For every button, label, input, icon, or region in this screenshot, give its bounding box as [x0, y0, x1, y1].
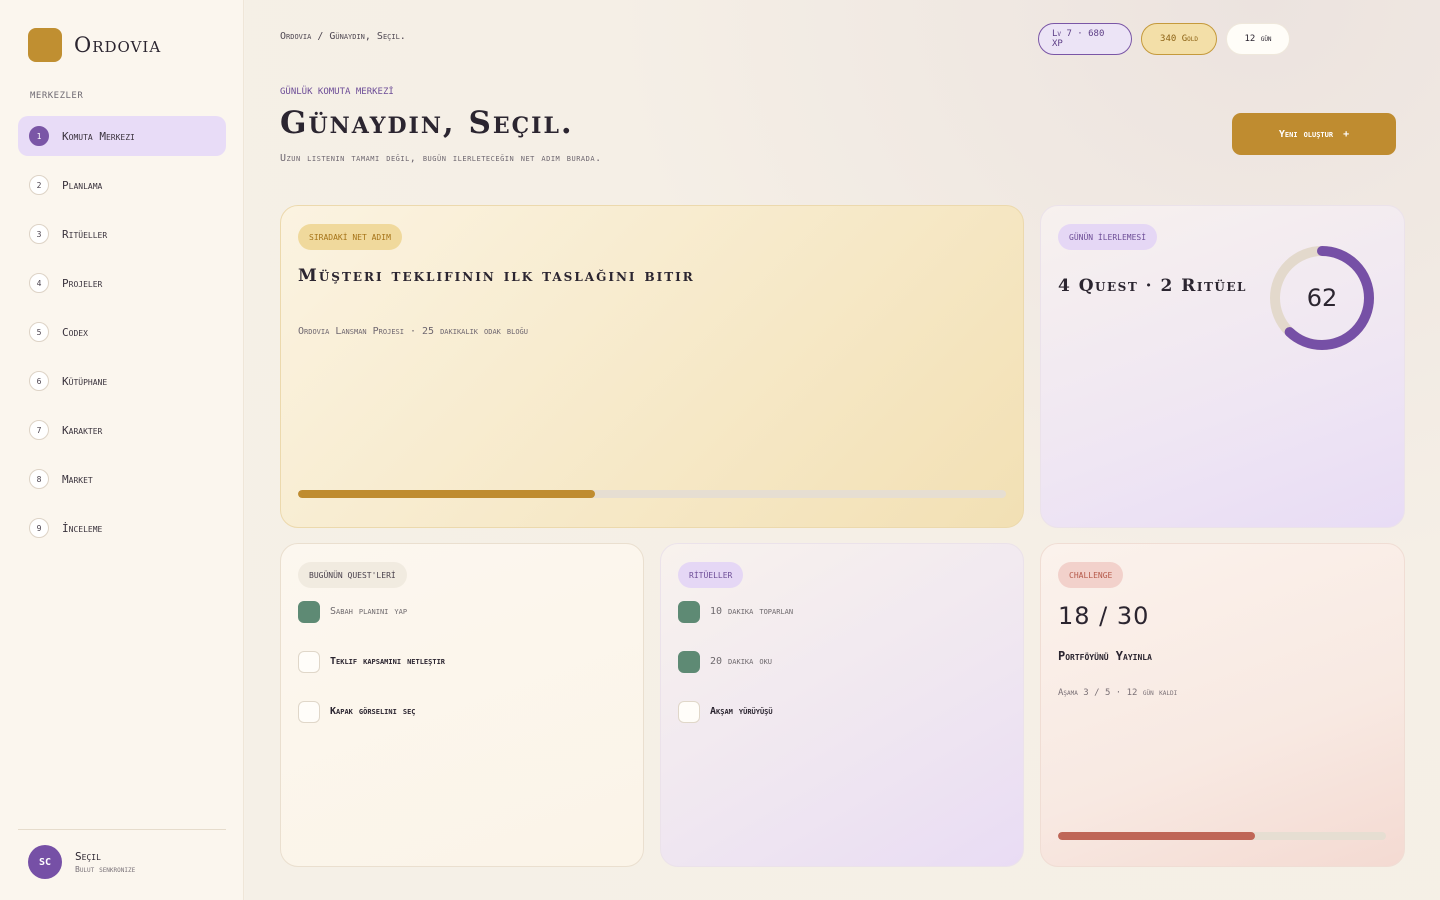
- sidebar-item[interactable]: 2 Planlama: [18, 165, 226, 205]
- main-content: Ordovia / Günaydın, Seçil. Lv 7 · 680 XP…: [245, 0, 1440, 900]
- progress-percent: 62: [1306, 284, 1338, 312]
- challenge-title: Portföyünü Yayınla: [1058, 649, 1152, 663]
- sidebar-item-label: Projeler: [62, 276, 103, 290]
- user-profile[interactable]: SC Seçil Bulut senkronize: [28, 845, 135, 879]
- sidebar-item[interactable]: 3 Ritüeller: [18, 214, 226, 254]
- quest-item-label: Kapak görselini seç: [330, 706, 416, 717]
- checkbox[interactable]: [298, 701, 320, 723]
- challenge-progress-fill: [1058, 832, 1255, 840]
- brand-logo: [28, 28, 62, 62]
- sidebar: Ordovia MERKEZLER 1 Komuta Merkezi 2 Planla…: [0, 0, 244, 900]
- sidebar-item-number: 3: [29, 224, 49, 244]
- stats-bar: Lv 7 · 680 XP 340 Gold 12 gün: [1038, 23, 1290, 55]
- ritual-item-label: Akşam yürüyüşü: [710, 706, 773, 717]
- ritual-item-label: 10 dakika toparlan: [710, 606, 794, 617]
- plus-icon: +: [1343, 128, 1350, 140]
- next-step-tag: SIRADAKİ NET ADIM: [298, 224, 402, 250]
- create-new-button[interactable]: Yeni oluştur +: [1232, 113, 1396, 155]
- brand-name: Ordovia: [74, 33, 162, 57]
- sidebar-item-label: İnceleme: [62, 521, 103, 535]
- next-step-title: Müşteri teklifinin ilk taslağını bitir: [298, 266, 695, 286]
- sidebar-item[interactable]: 8 Market: [18, 459, 226, 499]
- challenge-count: 18 / 30: [1058, 602, 1150, 630]
- quests-card: BUGÜNÜN QUEST'LERİ Sabah planını yap Tekl…: [280, 543, 644, 867]
- brand[interactable]: Ordovia: [28, 28, 161, 62]
- page-title: Günaydın, Seçil.: [280, 105, 574, 141]
- rituals-tag: RİTÜELLER: [678, 562, 744, 588]
- quest-item[interactable]: Sabah planını yap: [298, 601, 445, 651]
- sidebar-item-number: 2: [29, 175, 49, 195]
- page-subtitle: Uzun listenin tamamı değil, bugün ilerle…: [280, 153, 602, 164]
- challenge-card[interactable]: CHALLENGE 18 / 30 Portföyünü Yayınla Aşa…: [1040, 543, 1405, 867]
- sidebar-item-label: Planlama: [62, 178, 103, 192]
- sidebar-item-label: Karakter: [62, 423, 103, 437]
- quest-item[interactable]: Kapak görselini seç: [298, 701, 445, 751]
- sidebar-item-number: 6: [29, 371, 49, 391]
- user-name: Seçil: [75, 850, 101, 863]
- ritual-item[interactable]: 20 dakika oku: [678, 651, 793, 701]
- sidebar-item[interactable]: 1 Komuta Merkezi: [18, 116, 226, 156]
- quest-item-label: Teklif kapsamını netleştir: [330, 656, 445, 667]
- quest-item[interactable]: Teklif kapsamını netleştir: [298, 651, 445, 701]
- sidebar-item-number: 5: [29, 322, 49, 342]
- sidebar-item[interactable]: 9 İnceleme: [18, 508, 226, 548]
- next-step-progress-fill: [298, 490, 596, 498]
- sidebar-item-label: Codex: [62, 325, 88, 339]
- sidebar-divider: [18, 829, 226, 830]
- checkbox[interactable]: [298, 601, 320, 623]
- next-step-card[interactable]: SIRADAKİ NET ADIM Müşteri teklifinin ilk…: [280, 205, 1024, 528]
- gold-badge[interactable]: 340 Gold: [1141, 23, 1217, 55]
- xp-badge[interactable]: Lv 7 · 680 XP: [1038, 23, 1132, 55]
- avatar: SC: [28, 845, 62, 879]
- checkbox[interactable]: [678, 701, 700, 723]
- sidebar-item-label: Ritüeller: [62, 227, 108, 241]
- ritual-item-label: 20 dakika oku: [710, 656, 773, 667]
- nav-section-label: MERKEZLER: [30, 91, 84, 101]
- sidebar-item-label: Kütüphane: [62, 374, 108, 388]
- daily-progress-tag: GÜNÜN İLERLEMESİ: [1058, 224, 1158, 250]
- sidebar-item-number: 1: [29, 126, 49, 146]
- quest-item-label: Sabah planını yap: [330, 606, 408, 617]
- challenge-meta: Aşama 3 / 5 · 12 gün kaldı: [1058, 688, 1178, 698]
- create-new-label: Yeni oluştur: [1278, 128, 1334, 140]
- ritual-list: 10 dakika toparlan 20 dakika oku Akşam yür…: [678, 601, 793, 751]
- next-step-meta: Ordovia Lansman Projesi · 25 dakikalık o…: [298, 326, 528, 337]
- sidebar-item[interactable]: 6 Kütüphane: [18, 361, 226, 401]
- challenge-progress-bar: [1058, 832, 1386, 840]
- daily-progress-summary: 4 Quest · 2 Ritüel: [1058, 276, 1247, 296]
- checkbox[interactable]: [298, 651, 320, 673]
- challenge-tag: CHALLENGE: [1058, 562, 1124, 588]
- ritual-item[interactable]: Akşam yürüyüşü: [678, 701, 793, 751]
- sync-status: Bulut senkronize: [75, 865, 136, 874]
- quests-tag: BUGÜNÜN QUEST'LERİ: [298, 562, 407, 588]
- checkbox[interactable]: [678, 651, 700, 673]
- ritual-item[interactable]: 10 dakika toparlan: [678, 601, 793, 651]
- checkbox[interactable]: [678, 601, 700, 623]
- quest-list: Sabah planını yap Teklif kapsamını netleş…: [298, 601, 445, 751]
- sidebar-item[interactable]: 7 Karakter: [18, 410, 226, 450]
- rituals-card: RİTÜELLER 10 dakika toparlan 20 dakika ok…: [660, 543, 1024, 867]
- sidebar-item-number: 7: [29, 420, 49, 440]
- daily-progress-card[interactable]: GÜNÜN İLERLEMESİ 4 Quest · 2 Ritüel 62: [1040, 205, 1405, 528]
- sidebar-item-number: 9: [29, 518, 49, 538]
- sidebar-nav: 1 Komuta Merkezi 2 Planlama 3 Ritüeller 4 Proje…: [18, 116, 226, 557]
- sidebar-item-number: 8: [29, 469, 49, 489]
- next-step-progress-bar: [298, 490, 1006, 498]
- sidebar-item-label: Market: [62, 472, 93, 486]
- sidebar-item-number: 4: [29, 273, 49, 293]
- sidebar-item[interactable]: 5 Codex: [18, 312, 226, 352]
- sidebar-item-label: Komuta Merkezi: [62, 129, 135, 143]
- page-eyebrow: GÜNLÜK KOMUTA MERKEZİ: [280, 87, 394, 97]
- streak-badge[interactable]: 12 gün: [1226, 23, 1290, 55]
- breadcrumb: Ordovia / Günaydın, Seçil.: [280, 31, 406, 42]
- sidebar-item[interactable]: 4 Projeler: [18, 263, 226, 303]
